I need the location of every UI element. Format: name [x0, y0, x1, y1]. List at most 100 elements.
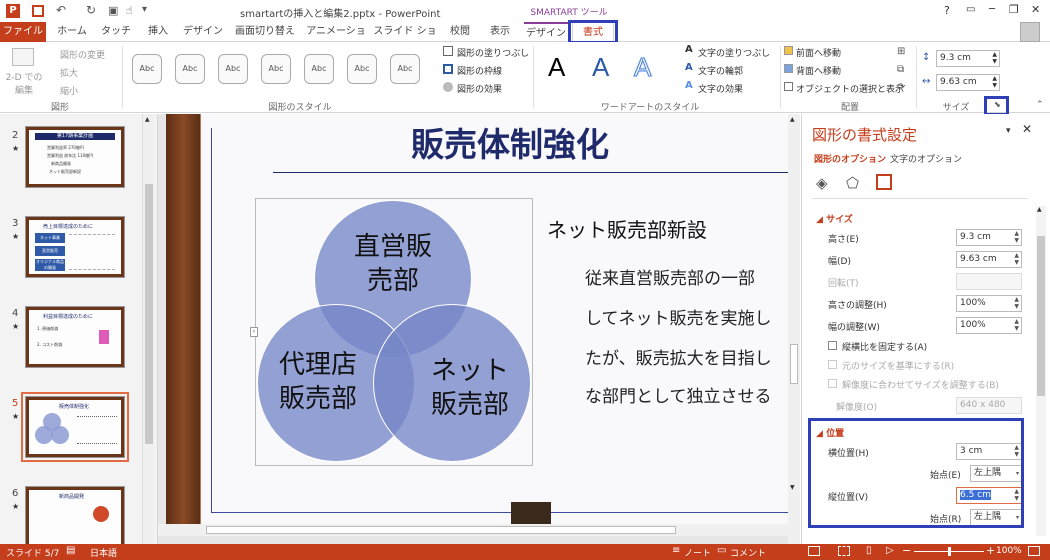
tab-file[interactable]: ファイル: [0, 22, 46, 42]
relative-original-checkbox[interactable]: [828, 360, 837, 369]
thumbnails-scrollbar[interactable]: ▲: [142, 114, 154, 544]
align-icon[interactable]: ⊞: [897, 46, 905, 57]
tab-text-options[interactable]: 文字のオプション: [890, 152, 962, 165]
pane-close-icon[interactable]: ✕: [1022, 122, 1032, 136]
tab-transitions[interactable]: 画面切り替え: [230, 22, 300, 42]
minimize-button[interactable]: ─: [989, 4, 995, 15]
shape-style-7[interactable]: Abc: [390, 54, 420, 84]
redo-icon[interactable]: ↻: [86, 3, 96, 17]
close-button[interactable]: ✕: [1031, 3, 1040, 16]
shape-style-5[interactable]: Abc: [304, 54, 334, 84]
bring-forward-button[interactable]: 前面へ移動: [796, 46, 841, 59]
wordart-style-black[interactable]: A: [548, 52, 565, 83]
canvas-vscroll[interactable]: ▲ ▼: [788, 114, 800, 544]
height-field[interactable]: 9.3 cm ▲ ▼: [956, 229, 1022, 246]
effects-pentagon-icon[interactable]: ⬠: [846, 174, 859, 192]
thumbnails-scroll-thumb[interactable]: [145, 184, 153, 444]
shape-style-1[interactable]: Abc: [132, 54, 162, 84]
fill-line-icon[interactable]: ◈: [816, 174, 828, 192]
venn-label-agency-sales[interactable]: 代理店 販売部: [263, 348, 373, 416]
size-section-toggle[interactable]: ◢ サイズ: [816, 212, 853, 225]
venn-label-direct-sales[interactable]: 直営販 売部: [341, 230, 445, 298]
normal-view-icon[interactable]: [808, 546, 820, 556]
lock-aspect-checkbox[interactable]: [828, 341, 837, 350]
zoom-in-button[interactable]: +: [986, 544, 995, 557]
shape-style-2[interactable]: Abc: [175, 54, 205, 84]
shape-style-4[interactable]: Abc: [261, 54, 291, 84]
zoom-out-button[interactable]: −: [902, 544, 911, 557]
canvas-hscroll[interactable]: [158, 524, 788, 536]
help-button[interactable]: ?: [944, 4, 950, 17]
pane-scroll-thumb[interactable]: [1037, 236, 1045, 396]
thumbnail-slide-4[interactable]: 利益目標達成のために 1. 原価削減 2. コスト削減: [25, 306, 125, 368]
smartart-handle-left-icon[interactable]: ‹: [250, 327, 258, 337]
pane-scroll-up-icon[interactable]: ▲: [1037, 206, 1042, 213]
thumbnail-slide-6[interactable]: 新商品開発: [25, 486, 125, 544]
shape-style-3[interactable]: Abc: [218, 54, 248, 84]
wordart-style-blue[interactable]: A: [592, 52, 609, 83]
group-icon[interactable]: ⧉: [897, 64, 904, 75]
shape-fill-button[interactable]: 図形の塗りつぶし: [457, 46, 529, 59]
presentation-icon[interactable]: ▣: [108, 4, 118, 17]
selection-pane-button[interactable]: オブジェクトの選択と表示: [796, 82, 904, 95]
venn-label-net-sales[interactable]: ネット 販売部: [415, 354, 525, 422]
tab-slideshow[interactable]: スライド ショー: [372, 22, 438, 57]
tab-review[interactable]: 校閲: [440, 22, 480, 42]
zoom-slider-thumb[interactable]: [948, 547, 951, 556]
language-label[interactable]: 日本語: [90, 546, 117, 559]
rotation-field[interactable]: [956, 273, 1022, 290]
scale-width-field[interactable]: 100% ▲ ▼: [956, 317, 1022, 334]
sorter-view-icon[interactable]: [838, 546, 850, 556]
2d-edit-button[interactable]: 2-D での 編集: [4, 70, 44, 96]
tab-design[interactable]: デザイン: [180, 22, 226, 42]
scale-height-field[interactable]: 100% ▲ ▼: [956, 295, 1022, 312]
shrink-button[interactable]: 縮小: [60, 84, 78, 97]
2d-edit-icon[interactable]: [12, 48, 34, 66]
canvas-scroll-down-icon[interactable]: ▼: [790, 484, 795, 491]
pane-options-icon[interactable]: ▾: [1006, 126, 1011, 136]
tab-animations[interactable]: アニメーション: [304, 22, 368, 57]
spellcheck-icon[interactable]: ▤: [66, 545, 75, 556]
notes-button[interactable]: ノート: [684, 546, 711, 559]
ribbon-width-field[interactable]: 9.63 cm ▲ ▼: [936, 74, 1000, 91]
shape-style-6[interactable]: Abc: [347, 54, 377, 84]
touch-mode-icon[interactable]: ☝: [126, 4, 133, 17]
text-effects-button[interactable]: 文字の効果: [698, 82, 743, 95]
scroll-up-icon[interactable]: ▲: [145, 116, 150, 123]
tab-insert[interactable]: 挿入: [138, 22, 178, 42]
comments-button[interactable]: コメント: [730, 546, 766, 559]
ribbon-height-field[interactable]: 9.3 cm ▲ ▼: [936, 50, 1000, 67]
tab-touch[interactable]: タッチ: [96, 22, 136, 42]
canvas-scroll-thumb[interactable]: [790, 344, 798, 384]
save-icon[interactable]: [32, 5, 44, 17]
wordart-style-outline[interactable]: A: [633, 52, 651, 83]
enlarge-button[interactable]: 拡大: [60, 66, 78, 79]
tab-smartart-design[interactable]: デザイン: [524, 22, 568, 42]
user-avatar[interactable]: [1020, 22, 1040, 42]
size-properties-icon[interactable]: [876, 174, 892, 190]
zoom-level[interactable]: 100%: [996, 546, 1022, 556]
pane-scrollbar[interactable]: ▲: [1036, 206, 1046, 536]
shape-effects-button[interactable]: 図形の効果: [457, 82, 502, 95]
reading-view-icon[interactable]: ▯: [866, 545, 872, 556]
thumbnail-slide-3[interactable]: 売上目標達成のために ネット事業 直営販売 オリジナル商品の開発: [25, 216, 125, 278]
canvas-hscroll-thumb[interactable]: [206, 526, 676, 534]
tab-view[interactable]: 表示: [482, 22, 518, 42]
canvas-scroll-up-icon[interactable]: ▲: [790, 116, 795, 123]
change-shape-button[interactable]: 図形の変更: [60, 48, 105, 61]
fit-slide-icon[interactable]: [1028, 546, 1040, 556]
best-scale-checkbox[interactable]: [828, 379, 837, 388]
resolution-select[interactable]: 640 x 480: [956, 397, 1022, 414]
shape-outline-button[interactable]: 図形の枠線: [457, 64, 502, 77]
comments-icon[interactable]: ▭: [717, 545, 726, 556]
collapse-ribbon-icon[interactable]: ⌃: [1036, 100, 1044, 110]
slideshow-view-icon[interactable]: ▷: [886, 545, 894, 556]
ribbon-display-icon[interactable]: ▭: [966, 4, 975, 15]
thumbnail-slide-2[interactable]: 第17期事業計画 営業利益率 270億円 営業利益 前年比 110億円 新商品開…: [25, 126, 125, 188]
send-backward-button[interactable]: 背面へ移動: [796, 64, 841, 77]
tab-shape-options[interactable]: 図形のオプション: [814, 152, 886, 165]
undo-icon[interactable]: ↶: [56, 3, 66, 17]
notes-icon[interactable]: ≡: [672, 545, 680, 556]
width-field[interactable]: 9.63 cm ▲ ▼: [956, 251, 1022, 268]
qat-customize-icon[interactable]: ▾: [142, 4, 147, 15]
